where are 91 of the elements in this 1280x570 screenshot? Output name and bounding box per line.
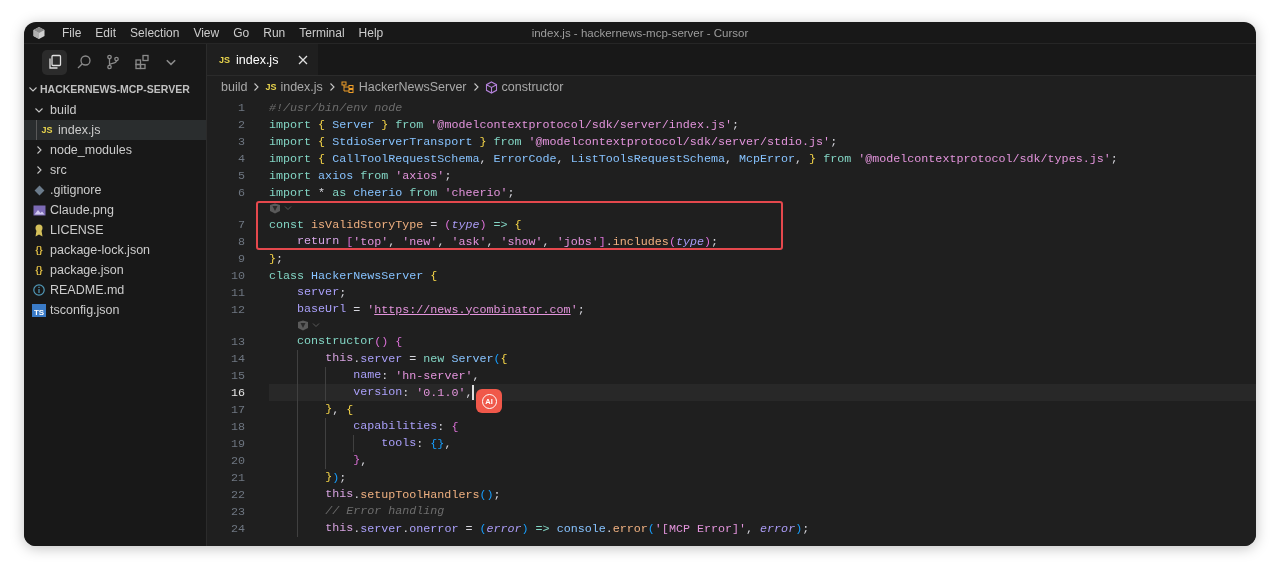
line-number: 4 [237, 151, 245, 166]
tree-item[interactable]: {} package.json [24, 260, 206, 280]
cube-logo-icon [32, 25, 46, 40]
line-number: 10 [229, 268, 245, 283]
breadcrumb-item[interactable]: index.js [280, 80, 323, 94]
tree-item[interactable]: Claude.png [24, 200, 206, 220]
code-line: }); [269, 469, 347, 486]
code-line: this.server.onerror = (error) => console.error('[MCP Error]', error); [269, 520, 810, 537]
ts-file-icon: TS [32, 303, 46, 317]
code-line: }, [269, 452, 368, 469]
menu-item[interactable]: File [56, 23, 88, 42]
explorer-header[interactable]: HACKERNEWS-MCP-SERVER [24, 78, 206, 100]
line-number: 5 [237, 168, 245, 183]
line-number: 17 [229, 402, 245, 417]
code-line: server; [296, 284, 347, 301]
code-line: const isValidStoryType = (type) => { [269, 216, 522, 233]
class-icon [340, 81, 355, 93]
tree-item[interactable]: .gitignore [24, 180, 206, 200]
code-line: #!/usr/bin/env node [269, 99, 403, 116]
code-line: import { CallToolRequestSchema, ErrorCode, ListToolsRequestSchema, McpError, } from '@modelcontextprotocol/sdk/types.js'; [269, 150, 1118, 167]
image-file-icon [32, 204, 46, 216]
diamond-icon [33, 184, 45, 196]
line-number: 24 [229, 521, 245, 536]
text-cursor [472, 385, 474, 400]
line-number: 1 [237, 100, 245, 115]
close-icon[interactable] [298, 55, 309, 65]
tree-item[interactable]: JS index.js [24, 120, 206, 140]
explorer-icon[interactable] [42, 49, 67, 75]
ribbon-icon [34, 223, 44, 237]
code-line: return ['top', 'new', 'ask', 'show', 'jobs'].includes(type); [296, 233, 718, 250]
code-line: import { StdioServerTransport } from '@modelcontextprotocol/sdk/server/stdio.js'; [269, 133, 838, 150]
line-number: 11 [229, 285, 245, 300]
line-number: 21 [229, 470, 245, 485]
json-file-icon: {} [35, 245, 43, 255]
chevron-down-icon [28, 84, 38, 94]
tree-item[interactable]: node_modules [24, 140, 206, 160]
code-line: import * as cheerio from 'cheerio'; [269, 184, 515, 201]
code-line: capabilities: { [269, 418, 459, 435]
line-number: 19 [229, 436, 245, 451]
code-line: this.setupToolHandlers(); [269, 486, 501, 503]
line-number: 8 [237, 234, 245, 249]
code-line: name: 'hn-server', [269, 367, 480, 384]
line-number: 9 [237, 251, 245, 266]
code-line: }; [269, 250, 284, 267]
line-number: 12 [229, 302, 245, 317]
line-number: 2 [237, 117, 245, 132]
menu-item[interactable]: Go [227, 23, 256, 42]
editor-tab[interactable]: JS index.js [207, 44, 319, 75]
line-number: 22 [229, 487, 245, 502]
menu-item[interactable]: View [187, 23, 226, 42]
code-line: constructor() { [296, 333, 403, 350]
line-number: 18 [229, 419, 245, 434]
cube-icon [484, 80, 498, 94]
tree-item[interactable]: LICENSE [24, 220, 206, 240]
window-title: index.js - hackernews-mcp-server - Cursor [531, 26, 749, 39]
line-number: 20 [229, 453, 245, 468]
breadcrumb-item[interactable]: constructor [501, 80, 564, 94]
js-file-icon: JS [265, 82, 277, 92]
code-line: }, { [269, 401, 354, 418]
code-line: tools: {}, [269, 435, 452, 452]
info-icon [33, 284, 45, 296]
menu-item[interactable]: Selection [124, 23, 186, 42]
tree-item[interactable]: TS tsconfig.json [24, 300, 206, 320]
code-line: // Error handling [269, 503, 445, 520]
menu-item[interactable]: Help [352, 23, 390, 42]
chevron-down-icon [34, 105, 44, 115]
json-file-icon: {} [35, 265, 43, 275]
line-number: 16 [229, 385, 245, 400]
tree-item[interactable]: {} package-lock.json [24, 240, 206, 260]
line-number: 7 [237, 217, 245, 232]
js-file-icon: JS [41, 125, 53, 135]
menu-item[interactable]: Terminal [293, 23, 351, 42]
line-number: 6 [237, 185, 245, 200]
menu-item[interactable]: Run [257, 23, 292, 42]
code-line: baseUrl = 'https://news.ycombinator.com'; [296, 301, 585, 318]
js-file-icon: JS [219, 55, 230, 65]
code-line: this.server = new Server({ [269, 350, 508, 367]
line-number: 13 [229, 334, 245, 349]
tree-item[interactable]: build [24, 100, 206, 120]
breadcrumb-item[interactable]: HackerNewsServer [358, 80, 467, 94]
tree-item[interactable]: src [24, 160, 206, 180]
line-number: 23 [229, 504, 245, 519]
line-number: 15 [229, 368, 245, 383]
menu-item[interactable]: Edit [89, 23, 123, 42]
line-number: 14 [229, 351, 245, 366]
tree-item[interactable]: README.md [24, 280, 206, 300]
breadcrumb-item[interactable]: build [221, 80, 248, 94]
code-line: import axios from 'axios'; [269, 167, 452, 184]
code-line: import { Server } from '@modelcontextprotocol/sdk/server/index.js'; [269, 116, 739, 133]
line-number: 3 [237, 134, 245, 149]
code-line: class HackerNewsServer { [269, 267, 438, 284]
